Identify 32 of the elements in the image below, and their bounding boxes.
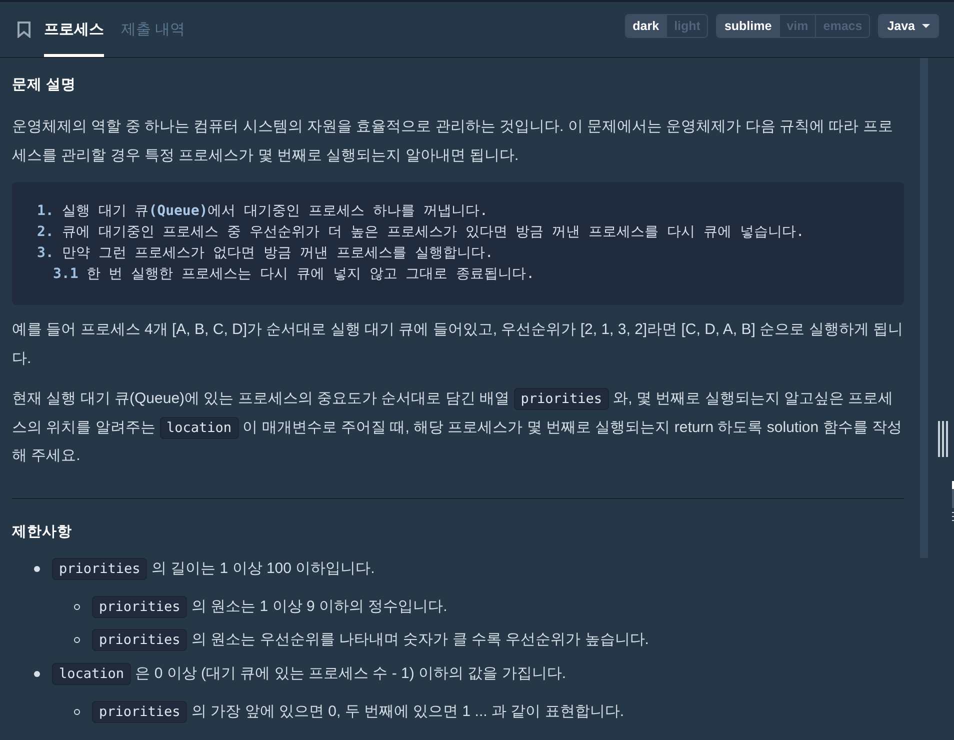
- bullet-icon: [74, 708, 80, 714]
- step-number: 2.: [37, 223, 54, 242]
- theme-option[interactable]: dark: [626, 15, 666, 37]
- code-line: 큐에 대기중인 프로세스 중 우선순위가 더 높은 프로세스가 있다면 방금 꺼낸 프로세스를 다시 큐에 넣습니다.: [62, 223, 804, 242]
- code-line: 실행 대기 큐(Queue)에서 대기중인 프로세스 하나를 꺼냅니다.: [62, 202, 488, 221]
- section-heading: 문제 설명: [12, 76, 78, 95]
- panel-edge-drawing: [952, 481, 954, 523]
- constraint-text: priorities 의 원소는 1 이상 9 이하의 정수입니다.: [92, 592, 448, 620]
- code-line: 한 번 실행한 프로세스는 다시 큐에 넣지 않고 그대로 종료됩니다.: [86, 265, 535, 284]
- description-paragraph: 운영체제의 역할 중 하나는 컴퓨터 시스템의 자원을 효율적으로 관리하는 것입니다. 이 문제에서는 운영체제가 다음 규칙에 따라 프로세스를 관리할 경우 특정 프로세스가 몇 번째로 실행되는지 알아내면 됩니다.: [12, 117, 894, 166]
- caret-icon: [922, 24, 930, 28]
- description-paragraph: 현재 실행 대기 큐(Queue)에 있는 프로세스의 중요도가 순서대로 담긴 배열 priorities 와, 몇 번째로 실행되는지 알고싶은 프로세스의 위치를 알려주는 location 이 매개변수로 주어질 때, 해당 프로세스가 몇 번째로 실행되는지 return 하도록 solution 함수를 작성해 주세요.: [12, 387, 903, 466]
- section-heading: 제한사항: [12, 522, 73, 542]
- step-number: 3.1: [53, 265, 78, 284]
- bullet-icon: [34, 670, 40, 676]
- constraint-text: priorities 의 길이는 1 이상 100 이하입니다.: [52, 554, 375, 582]
- step-number: 1.: [37, 202, 54, 221]
- constraint-text: location 은 0 이상 (대기 큐에 있는 프로세스 수 - 1) 이하의 값을 가집니다.: [52, 660, 566, 688]
- description-paragraph: 예를 들어 프로세스 4개 [A, B, C, D]가 순서대로 실행 대기 큐에 들어있고, 우선순위가 [2, 1, 3, 2]라면 [C, D, A, B] 순으로 실행하게 됩니다.: [12, 320, 904, 368]
- code-line: 만약 그런 프로세스가 없다면 방금 꺼낸 프로세스를 실행합니다.: [62, 244, 494, 263]
- keymap-option[interactable]: sublime: [717, 15, 779, 37]
- bullet-icon: [74, 636, 80, 642]
- bullet-icon: [34, 566, 40, 572]
- constraint-text: priorities 의 원소는 우선순위를 나타내며 숫자가 클 수록 우선순위가 높습니다.: [92, 626, 649, 654]
- language-dropdown[interactable]: Java: [878, 14, 939, 38]
- grip-icon[interactable]: [938, 421, 948, 457]
- bullet-icon: [74, 604, 80, 610]
- constraint-text: priorities 의 가장 앞에 있으면 0, 두 번째에 있으면 1 ... 과 같이 표현합니다.: [92, 698, 624, 726]
- bookmark-icon[interactable]: [17, 21, 31, 38]
- scrollbar-thumb[interactable]: [920, 58, 928, 558]
- step-number: 3.: [37, 244, 54, 263]
- tab[interactable]: 프로세스: [44, 2, 104, 57]
